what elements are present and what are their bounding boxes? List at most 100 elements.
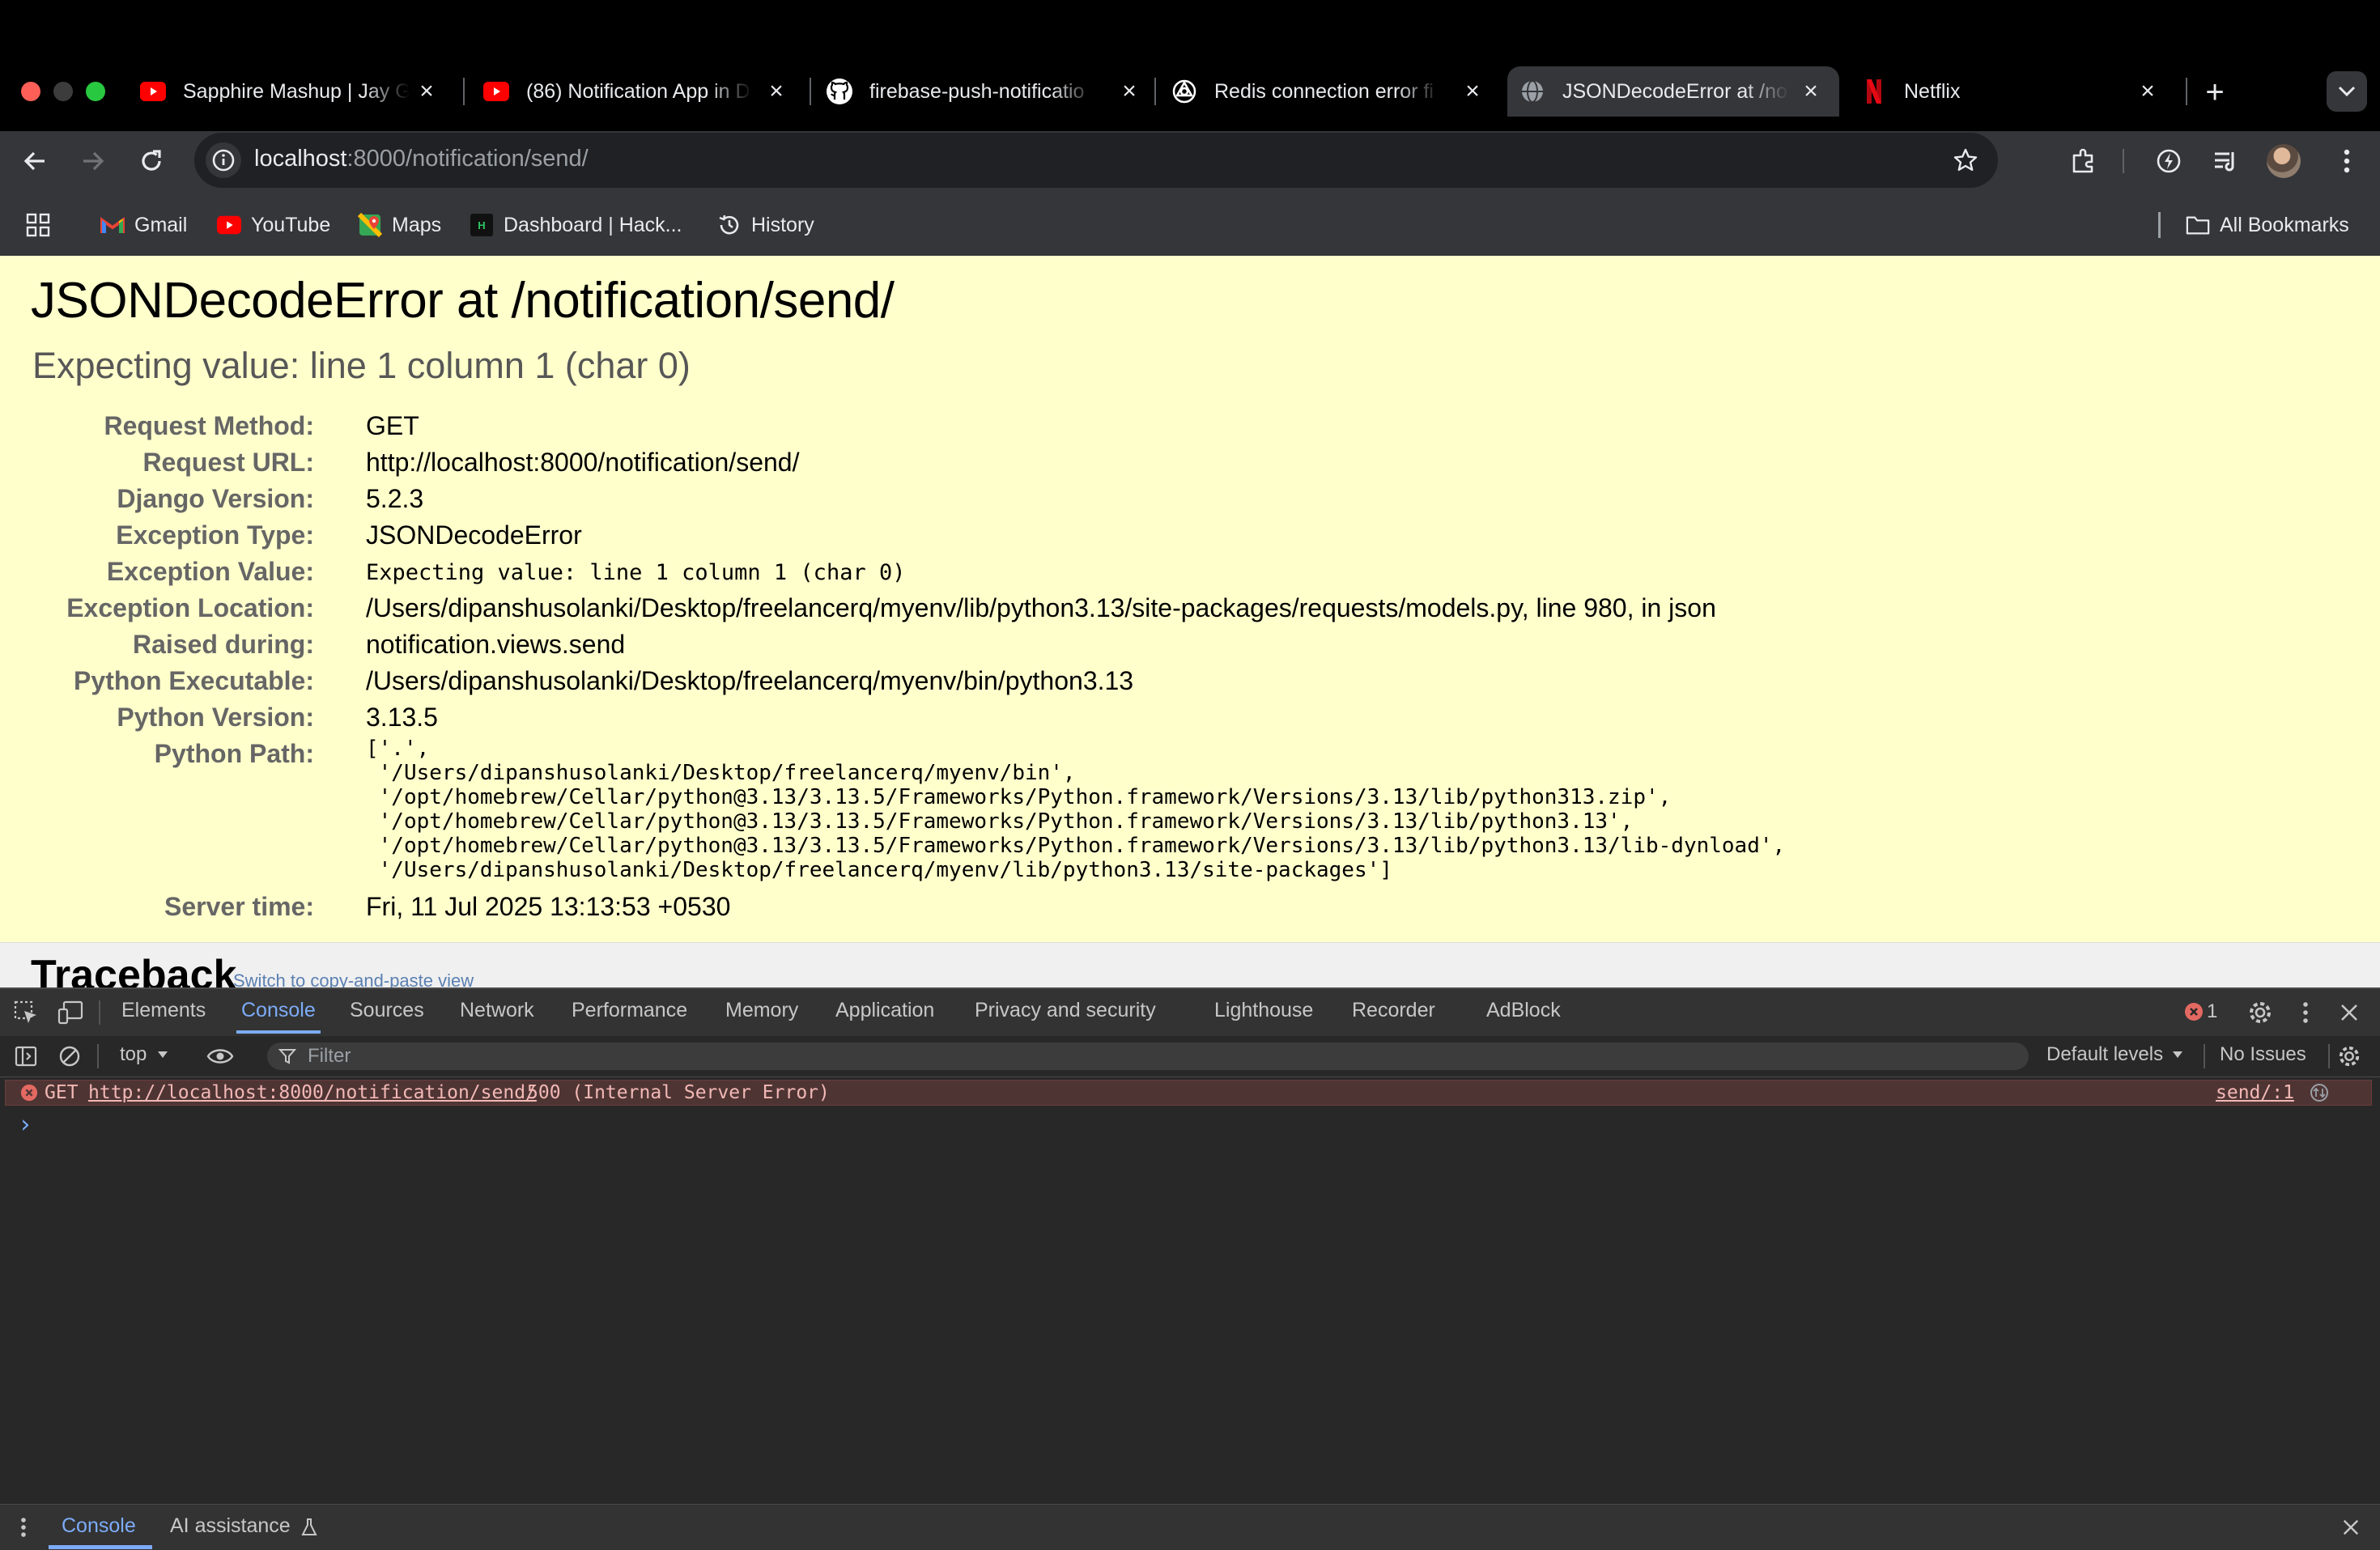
bookmark-star-icon[interactable] (1949, 144, 1982, 176)
meta-value: GET (366, 411, 419, 440)
tab-title: (86) Notification App in D (526, 79, 750, 103)
all-bookmarks-button[interactable]: All Bookmarks (2186, 207, 2349, 243)
back-button[interactable] (16, 142, 53, 180)
bookmark-hackerrank[interactable]: H Dashboard | Hack... (470, 207, 682, 243)
error-counter[interactable]: 1 (2184, 1000, 2217, 1023)
bookmark-gmail[interactable]: Gmail (100, 207, 187, 243)
meta-row: Exception Value: Expecting value: line 1… (0, 554, 2348, 589)
meta-key: Raised during: (132, 630, 314, 659)
meta-value: /Users/dipanshusolanki/Desktop/freelance… (366, 666, 1134, 695)
console-filter-input[interactable]: Filter (267, 1043, 2029, 1070)
browser-tab[interactable]: Redis connection error fi × (1159, 66, 1501, 117)
devtools-settings-icon[interactable] (2244, 996, 2276, 1029)
devtools-divider (99, 1000, 100, 1025)
sidebar-toggle-icon[interactable] (10, 1040, 42, 1072)
error-url-link[interactable]: http://localhost:8000/notification/send/ (88, 1082, 537, 1103)
tab-close-icon[interactable]: × (2134, 78, 2161, 105)
devtools-tab-recorder[interactable]: Recorder (1352, 999, 1435, 1022)
url-text[interactable]: localhost:8000/notification/send/ (254, 146, 589, 172)
extensions-icon[interactable] (2064, 142, 2102, 180)
devtools-tab-privacy[interactable]: Privacy and security (975, 999, 1156, 1022)
context-selector[interactable]: top (120, 1043, 169, 1066)
apps-button[interactable] (26, 207, 60, 243)
hackerrank-icon: H (470, 213, 494, 237)
traceback-title: Traceback (31, 952, 237, 987)
tab-close-icon[interactable]: × (763, 78, 790, 105)
devtools-tab-lighthouse[interactable]: Lighthouse (1214, 999, 1313, 1022)
close-window-button[interactable] (21, 82, 40, 101)
tab-search-button[interactable] (2327, 71, 2367, 112)
bookmark-maps[interactable]: Maps (358, 207, 441, 243)
switch-view-link[interactable]: Switch to copy-and-paste view (233, 970, 474, 987)
error-source-link[interactable]: send/:1 (2216, 1082, 2294, 1103)
bookmark-history[interactable]: History (717, 207, 814, 243)
devtools-tab-network[interactable]: Network (460, 999, 534, 1022)
media-controls-icon[interactable] (2207, 142, 2244, 180)
tab-close-icon[interactable]: × (1459, 78, 1486, 105)
issues-label[interactable]: No Issues (2220, 1043, 2306, 1066)
live-expression-icon[interactable] (204, 1040, 236, 1072)
profile-avatar[interactable] (2267, 144, 2301, 178)
tab-close-icon[interactable]: × (413, 78, 440, 105)
drawer-tab-console[interactable]: Console (62, 1514, 136, 1538)
performance-icon[interactable] (2150, 142, 2187, 180)
site-info-icon[interactable] (206, 142, 241, 178)
zoom-window-button[interactable] (86, 82, 105, 101)
error-icon (20, 1084, 38, 1102)
meta-key: Exception Type: (116, 520, 314, 550)
gmail-icon (100, 213, 125, 237)
minimize-window-button[interactable] (53, 82, 73, 101)
devtools-tab-console[interactable]: Console (236, 999, 321, 1034)
devtools-drawer-bar: Console AI assistance (0, 1504, 2380, 1550)
levels-label: Default levels (2046, 1043, 2164, 1065)
drawer-menu-icon[interactable] (18, 1514, 29, 1540)
reload-icon (142, 150, 161, 171)
devtools-tab-adblock[interactable]: AdBlock (1486, 999, 1561, 1022)
device-toolbar-icon[interactable] (55, 996, 87, 1029)
log-levels-dropdown[interactable]: Default levels (2046, 1043, 2184, 1066)
inspect-element-icon[interactable] (10, 996, 42, 1029)
bookmark-label: History (751, 213, 814, 236)
reload-button[interactable] (133, 142, 170, 180)
drawer-tab-ai-assistance[interactable]: AI assistance (170, 1514, 291, 1538)
devtools-tab-sources[interactable]: Sources (350, 999, 424, 1022)
tab-close-icon[interactable]: × (1116, 78, 1143, 105)
browser-menu-icon[interactable] (2328, 142, 2365, 180)
meta-row: Python Version: 3.13.5 (0, 699, 2348, 735)
tab-close-icon[interactable]: × (1797, 78, 1825, 105)
console-prompt[interactable]: › (18, 1110, 32, 1139)
chevron-down-icon (2338, 86, 2356, 97)
console-divider (2204, 1044, 2205, 1068)
devtools-more-icon[interactable] (2289, 996, 2322, 1029)
browser-tab[interactable]: firebase-push-notificatio × (814, 66, 1158, 117)
bookmarks-divider (2158, 212, 2161, 238)
devtools-tab-memory[interactable]: Memory (725, 999, 798, 1022)
meta-row: Django Version: 5.2.3 (0, 481, 2348, 516)
devtools-close-icon[interactable] (2333, 996, 2365, 1029)
browser-tab[interactable]: Sapphire Mashup | Jay G × (128, 66, 455, 117)
console-divider (2328, 1044, 2330, 1068)
tab-title: JSONDecodeError at /noti (1562, 79, 1789, 103)
meta-key: Python Path: (154, 739, 314, 768)
tab-strip: Sapphire Mashup | Jay G × (86) Notificat… (0, 0, 2380, 131)
tab-divider (1154, 78, 1156, 105)
bookmark-label: Gmail (134, 213, 188, 236)
bookmark-youtube[interactable]: YouTube (217, 207, 330, 243)
browser-tab-active[interactable]: JSONDecodeError at /noti × (1507, 66, 1839, 117)
meta-row: Request URL: http://localhost:8000/notif… (0, 444, 2348, 480)
django-error-page: JSONDecodeError at /notification/send/ E… (0, 256, 2380, 987)
meta-row: Raised during: notification.views.send (0, 626, 2348, 662)
new-tab-button[interactable]: + (2197, 74, 2233, 110)
youtube-icon (482, 78, 510, 105)
forward-button[interactable] (74, 142, 112, 180)
network-request-icon[interactable] (2310, 1083, 2329, 1102)
meta-key: Request URL: (142, 448, 314, 477)
drawer-close-icon[interactable] (2340, 1516, 2362, 1539)
devtools-tab-application[interactable]: Application (835, 999, 934, 1022)
browser-tab[interactable]: Netflix × (1849, 66, 2176, 117)
clear-console-icon[interactable] (53, 1040, 86, 1072)
devtools-tab-elements[interactable]: Elements (121, 999, 206, 1022)
console-settings-icon[interactable] (2333, 1040, 2365, 1072)
browser-tab[interactable]: (86) Notification App in D × (471, 66, 805, 117)
devtools-tab-performance[interactable]: Performance (572, 999, 687, 1022)
